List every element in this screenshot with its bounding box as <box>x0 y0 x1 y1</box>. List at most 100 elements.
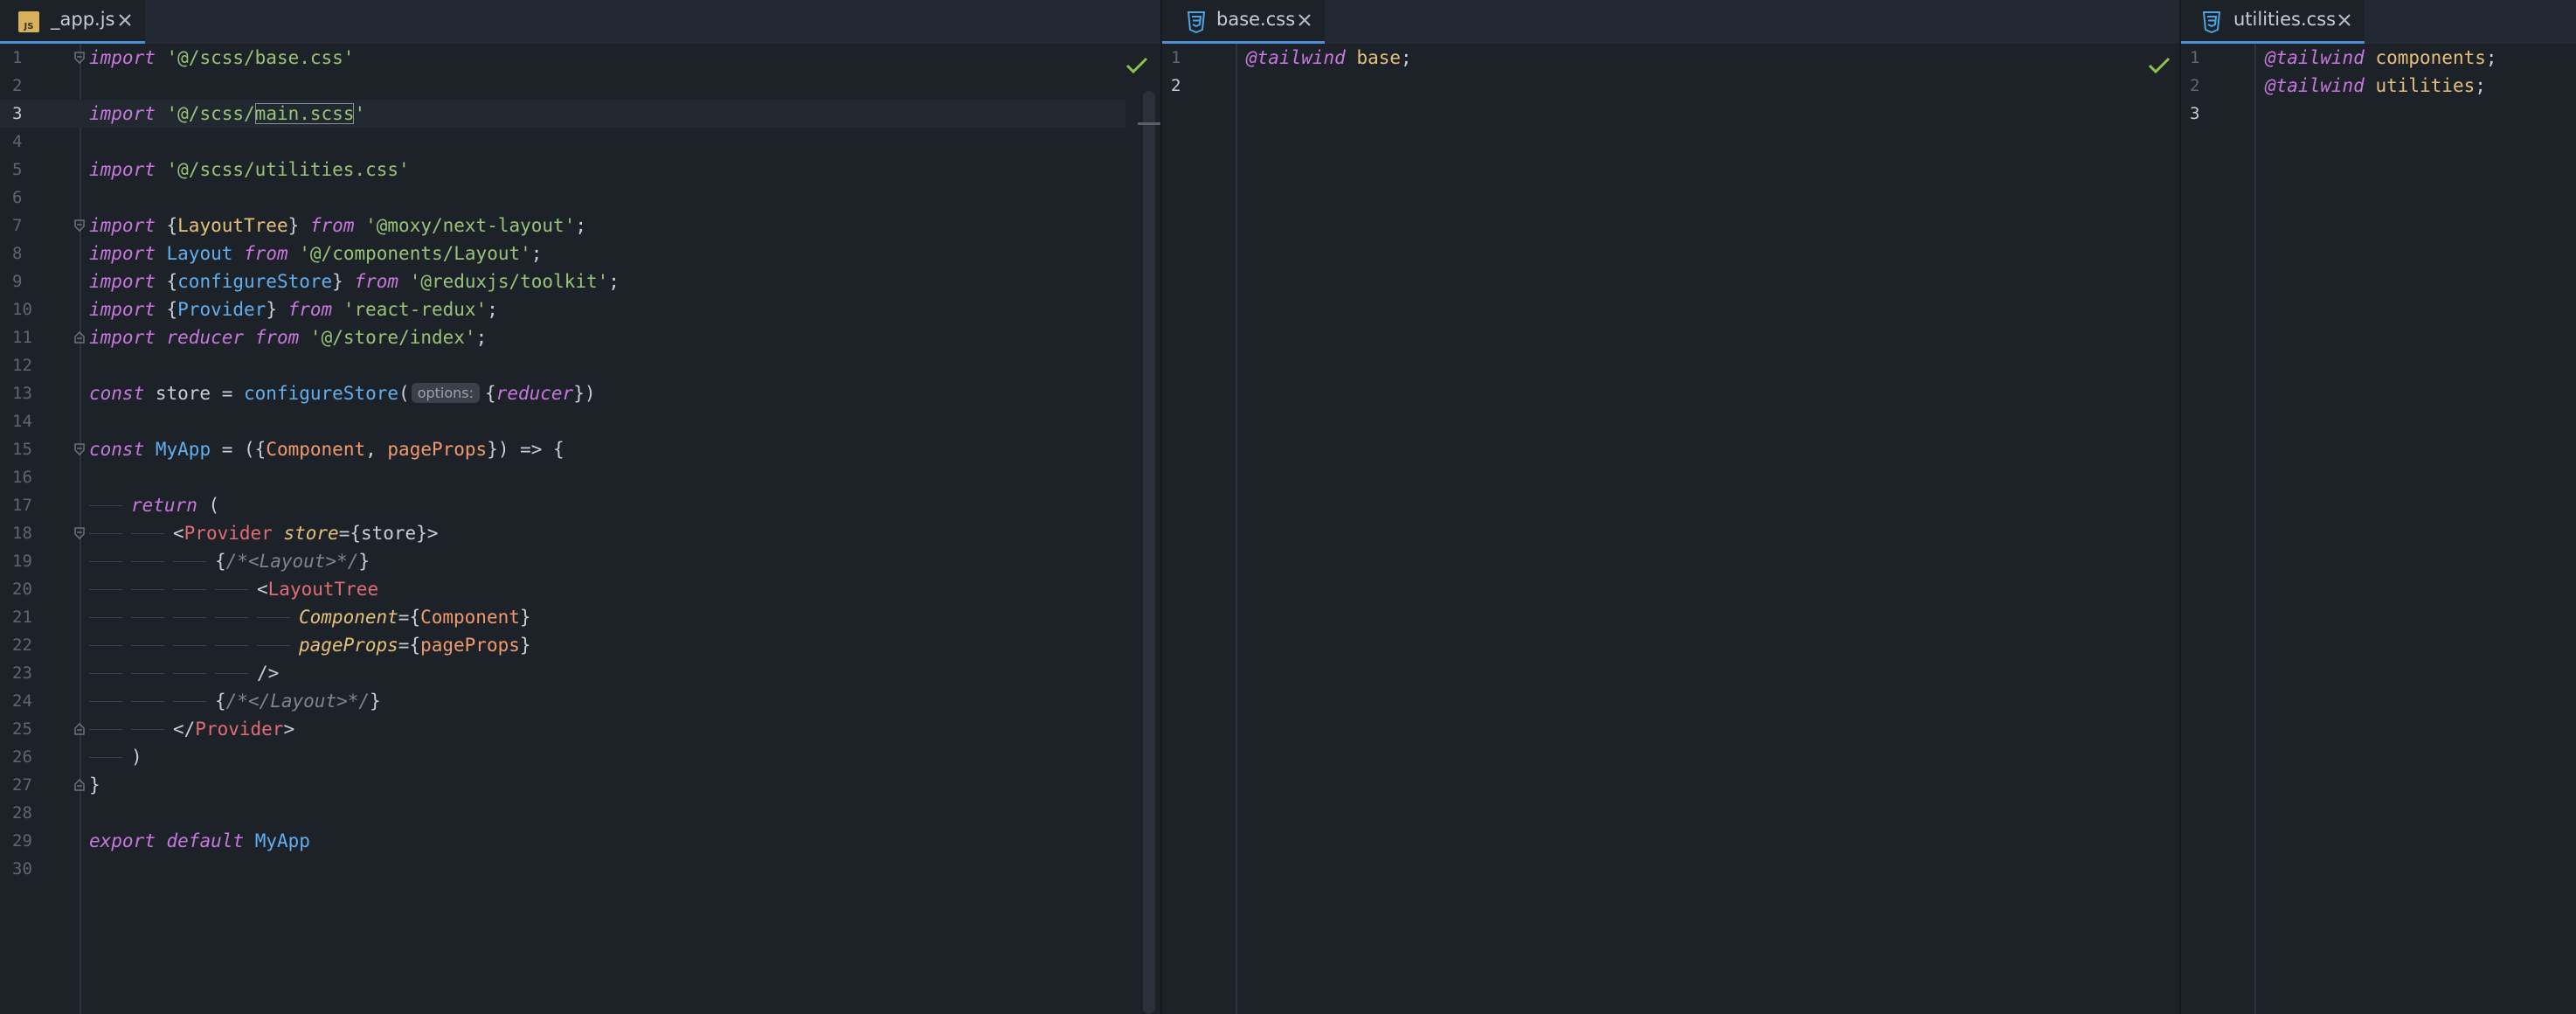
line-number: 30 <box>12 859 32 879</box>
code-line: 4 <box>0 128 1160 156</box>
code-line: 8 import Layout from '@/components/Layou… <box>0 240 1160 267</box>
code-line: 13 const store = configureStore(options:… <box>0 379 1160 407</box>
fold-icon[interactable] <box>73 331 86 344</box>
fold-icon[interactable] <box>73 443 86 455</box>
code-text: export default MyApp <box>89 830 310 851</box>
line-number: 4 <box>12 132 23 151</box>
code-line: 19 {/*<Layout>*/} <box>0 547 1160 575</box>
code-line: 28 <box>0 799 1160 827</box>
code-text: import {Provider} from 'react-redux'; <box>89 299 498 320</box>
tab-app-js[interactable]: JS _app.js <box>0 0 145 44</box>
code-text: import '@/scss/base.css' <box>89 47 355 68</box>
fold-icon[interactable] <box>73 219 86 232</box>
tab-bar: utilities.css <box>2181 0 2576 45</box>
line-number: 22 <box>12 635 32 655</box>
line-number: 2 <box>2190 76 2200 95</box>
css-file-icon <box>2202 11 2221 33</box>
code-text: import {configureStore} from '@reduxjs/t… <box>89 271 620 292</box>
line-number: 5 <box>12 160 23 179</box>
editor-pane-app-js: JS _app.js 1 import '@/scss/base.css' 2 … <box>0 0 1160 1014</box>
line-number: 13 <box>12 384 32 403</box>
line-number: 2 <box>1171 76 1181 95</box>
code-text: } <box>89 774 100 795</box>
line-number: 19 <box>12 552 32 571</box>
tab-label: _app.js <box>51 9 115 30</box>
code-text: return ( <box>131 495 220 516</box>
line-number: 21 <box>12 608 32 627</box>
code-line: 14 <box>0 407 1160 435</box>
code-text: import reducer from '@/store/index'; <box>89 327 488 348</box>
line-number: 20 <box>12 580 32 599</box>
code-line-current: 3 <box>2181 100 2576 128</box>
code-line: 1 @tailwind components; <box>2181 44 2576 72</box>
close-icon[interactable] <box>115 10 135 30</box>
close-icon[interactable] <box>1295 10 1314 30</box>
code-text: /> <box>257 663 280 684</box>
code-text: ) <box>131 747 142 767</box>
code-line: 16 <box>0 463 1160 491</box>
code-line: 27 } <box>0 771 1160 799</box>
line-number: 27 <box>12 775 32 795</box>
editor-pane-utilities-css: utilities.css 1 @tailwind components; 2 … <box>2181 0 2576 1014</box>
tab-base-css[interactable]: base.css <box>1162 0 1325 44</box>
fold-icon[interactable] <box>73 52 86 64</box>
code-line: 22 pageProps={pageProps} <box>0 631 1160 659</box>
line-number: 28 <box>12 803 32 823</box>
css-file-icon <box>1187 11 1206 33</box>
code-line: 26 ) <box>0 743 1160 771</box>
tab-utilities-css[interactable]: utilities.css <box>2181 0 2365 44</box>
line-number: 1 <box>12 48 23 67</box>
code-line: 5 import '@/scss/utilities.css' <box>0 156 1160 184</box>
line-number: 7 <box>12 216 23 235</box>
code-text: pageProps={pageProps} <box>299 635 531 656</box>
tab-bar: JS _app.js <box>0 0 1160 45</box>
code-line: 25 </Provider> <box>0 715 1160 743</box>
code-line: 10 import {Provider} from 'react-redux'; <box>0 295 1160 323</box>
code-line-current: 3 import '@/scss/main.scss' <box>0 100 1125 128</box>
fold-icon[interactable] <box>73 723 86 735</box>
code-editor[interactable]: 1 @tailwind base; 2 <box>1162 44 2179 1014</box>
fold-icon[interactable] <box>73 779 86 791</box>
code-line: 2 <box>0 72 1160 100</box>
code-line: 2 @tailwind utilities; <box>2181 72 2576 100</box>
code-text: const MyApp = ({Component, pageProps}) =… <box>89 439 564 460</box>
tab-label: utilities.css <box>2233 9 2337 30</box>
code-line: 6 <box>0 184 1160 212</box>
svg-text:JS: JS <box>24 22 34 31</box>
code-line-current: 2 <box>1162 72 2179 100</box>
line-number: 11 <box>12 328 32 347</box>
highlighted-path: main.scss <box>254 103 355 124</box>
close-icon[interactable] <box>2335 10 2354 30</box>
line-number: 29 <box>12 831 32 851</box>
line-number: 12 <box>12 356 32 375</box>
code-line: 24 {/*</Layout>*/} <box>0 687 1160 715</box>
code-line: 1 @tailwind base; <box>1162 44 2179 72</box>
code-line: 23 /> <box>0 659 1160 687</box>
code-line: 18 <Provider store={store}> <box>0 519 1160 547</box>
line-number: 25 <box>12 719 32 739</box>
line-number: 14 <box>12 412 32 431</box>
code-text: @tailwind utilities; <box>2265 75 2486 96</box>
code-text: const store = configureStore(options: {re… <box>89 383 596 404</box>
code-line: 7 import {LayoutTree} from '@moxy/next-l… <box>0 212 1160 240</box>
line-number: 6 <box>12 188 23 207</box>
editor-pane-base-css: base.css 1 @tailwind base; 2 <box>1162 0 2179 1014</box>
code-line: 15 const MyApp = ({Component, pageProps}… <box>0 435 1160 463</box>
code-editor[interactable]: 1 @tailwind components; 2 @tailwind util… <box>2181 44 2576 1014</box>
code-text: @tailwind components; <box>2265 47 2497 68</box>
code-line: 17 return ( <box>0 491 1160 519</box>
code-line: 12 <box>0 351 1160 379</box>
code-line: 20 <LayoutTree <box>0 575 1160 603</box>
line-number: 23 <box>12 663 32 683</box>
code-editor[interactable]: 1 import '@/scss/base.css' 2 3 import '@… <box>0 44 1160 1014</box>
line-number: 17 <box>12 496 32 515</box>
code-text: @tailwind base; <box>1246 47 1412 68</box>
code-line: 30 <box>0 855 1160 883</box>
line-number: 2 <box>12 76 23 95</box>
line-number: 8 <box>12 244 23 263</box>
line-number: 26 <box>12 747 32 767</box>
line-number: 9 <box>12 272 23 291</box>
line-number: 24 <box>12 691 32 711</box>
fold-icon[interactable] <box>73 527 86 539</box>
code-text: <LayoutTree <box>257 579 379 600</box>
